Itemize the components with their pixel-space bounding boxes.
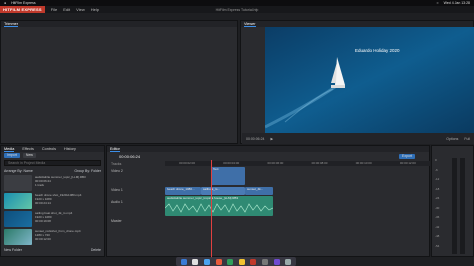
editor-panel: Editor 00:00:06:24 Export Tracks 00:00:0… [106,145,430,258]
mac-dock [176,257,296,266]
video-thumbnail [4,211,32,227]
tracks-label: Tracks [111,162,122,166]
ruler-label: 00:00:12:00 [399,161,416,165]
trash-icon[interactable] [285,258,292,265]
track-master[interactable]: Master [107,219,165,223]
import-button[interactable]: Import [4,153,20,158]
sailboat-image [265,27,474,133]
app-menu-name[interactable]: HitFilm Express [11,1,36,5]
new-folder-button[interactable]: New Folder [4,248,22,252]
media-item[interactable]: sailing boat shot_4k_rs.mp4 1920 x 1080 00… [1,210,104,228]
media-panel: Media Effects Controls History Import Ne… [0,145,105,257]
menu-help[interactable]: Help [91,7,99,12]
audio-waveform [165,203,273,213]
video-thumbnail [4,229,32,245]
tab-history[interactable]: History [64,146,76,152]
media-item-duration: 00:00:24:14 [35,201,51,205]
meter-tick: -48 [435,234,440,238]
tab-controls[interactable]: Controls [42,146,56,152]
video-thumbnail [4,193,32,209]
media-item-info: 1 track [35,183,45,187]
meter-tick: -24 [435,196,440,200]
menu-edit[interactable]: Edit [63,7,70,12]
meter-tick: -6 [435,167,438,172]
meter-tick: -30 [435,205,440,210]
messages-icon[interactable] [227,258,234,265]
meter-tick: 0 [435,158,437,162]
notes-icon[interactable] [238,258,245,265]
viewer-controls: 00:00:06:24 ▶ Options Full [242,133,474,144]
ruler-label: 00:00:08:00 [311,161,328,165]
safari-icon[interactable] [203,258,210,265]
meter-scale: 0 -6 -12 -18 -24 -30 -36 -42 -48 -54 [435,156,439,251]
app-title-bar: HitFilm Express Tutorial.hfp HITFILM EXP… [0,6,474,13]
arrange-select[interactable]: Arrange By: Name [4,169,33,173]
video-clip[interactable]: beach drone_1080... [165,187,201,195]
new-button[interactable]: New [22,153,36,158]
editor-timecode: 00:00:06:24 [119,154,141,159]
viewer-frame[interactable] [265,27,474,133]
app-logo: HITFILM EXPRESS [0,6,45,13]
group-select[interactable]: Group By: Folder [74,169,101,173]
meter-tick: -18 [435,186,440,191]
media-search-input[interactable]: Search in Project Media [4,160,101,166]
media-item-duration: 00:00:19:08 [35,219,51,223]
tab-media[interactable]: Media [4,146,15,152]
text-clip[interactable]: Text [211,167,245,185]
chrome-icon[interactable] [215,258,222,265]
finder-icon[interactable] [180,258,187,265]
trimmer-panel: Trimmer [0,20,238,144]
ruler-label: 00:00:10:00 [355,161,372,165]
meter-tick: -36 [435,215,440,219]
launchpad-icon[interactable] [192,258,199,265]
media-item-duration: 00:00:12:00 [35,237,51,241]
meter-tick: -12 [435,177,440,181]
meter-tick: -54 [435,243,440,248]
tab-editor[interactable]: Editor [110,146,120,152]
ruler-label: 00:00:04:00 [223,161,240,165]
media-item[interactable]: audiofalnlie summer_topic_[LLM].RB3 00:00… [1,174,104,192]
meter-left [452,158,457,254]
video-clip[interactable]: sailboat_rs... [201,187,245,195]
app-icon[interactable] [273,258,280,265]
tab-viewer[interactable]: Viewer [244,21,256,27]
hitfilm-icon[interactable] [250,258,257,265]
track-audio1[interactable]: Audio 1 [107,200,165,204]
menu-view[interactable]: View [76,7,85,12]
viewer-timecode: 00:00:06:24 [246,136,265,141]
meter-right [460,158,465,254]
media-item[interactable]: beach drone shot_1920x1080.mp4 1920 x 108… [1,192,104,210]
timeline-ruler[interactable]: 00:00:02:00 00:00:04:00 00:00:06:00 00:0… [165,161,430,166]
ruler-label: 00:00:02:00 [179,161,195,165]
track-video2[interactable]: Video 2 [107,169,165,173]
tab-effects[interactable]: Effects [22,146,34,152]
delete-button[interactable]: Delete [91,248,101,252]
options-button[interactable]: Options [446,137,458,141]
play-icon[interactable]: ▶ [271,137,274,141]
menu-file[interactable]: File [51,7,57,12]
audio-thumb-icon [4,175,32,191]
clock[interactable]: Wed 4 Jan 13:28 [444,1,470,5]
meter-tick: -42 [435,224,440,229]
tab-trimmer[interactable]: Trimmer [4,21,18,27]
export-button[interactable]: Export [399,154,416,159]
audio-meters-panel: 0 -6 -12 -18 -24 -30 -36 -42 -48 -54 [431,145,474,257]
settings-icon[interactable] [261,258,268,265]
track-video1[interactable]: Video 1 [107,188,165,192]
ruler-label: 00:00:06:00 [267,161,284,165]
zoom-select[interactable]: Full [464,137,470,141]
apple-icon[interactable]: ● [4,1,6,5]
app-menu: File Edit View Help [51,7,99,12]
overlay-text: Eduardo Holiday 2020 [355,48,400,53]
video-clip[interactable]: sunset_4k... [245,187,273,195]
playhead[interactable] [211,160,212,258]
media-item[interactable]: sunset_rockshot_from_drone.mp4 1280 x 720… [1,228,104,246]
wifi-icon[interactable]: ≈ [437,1,439,5]
